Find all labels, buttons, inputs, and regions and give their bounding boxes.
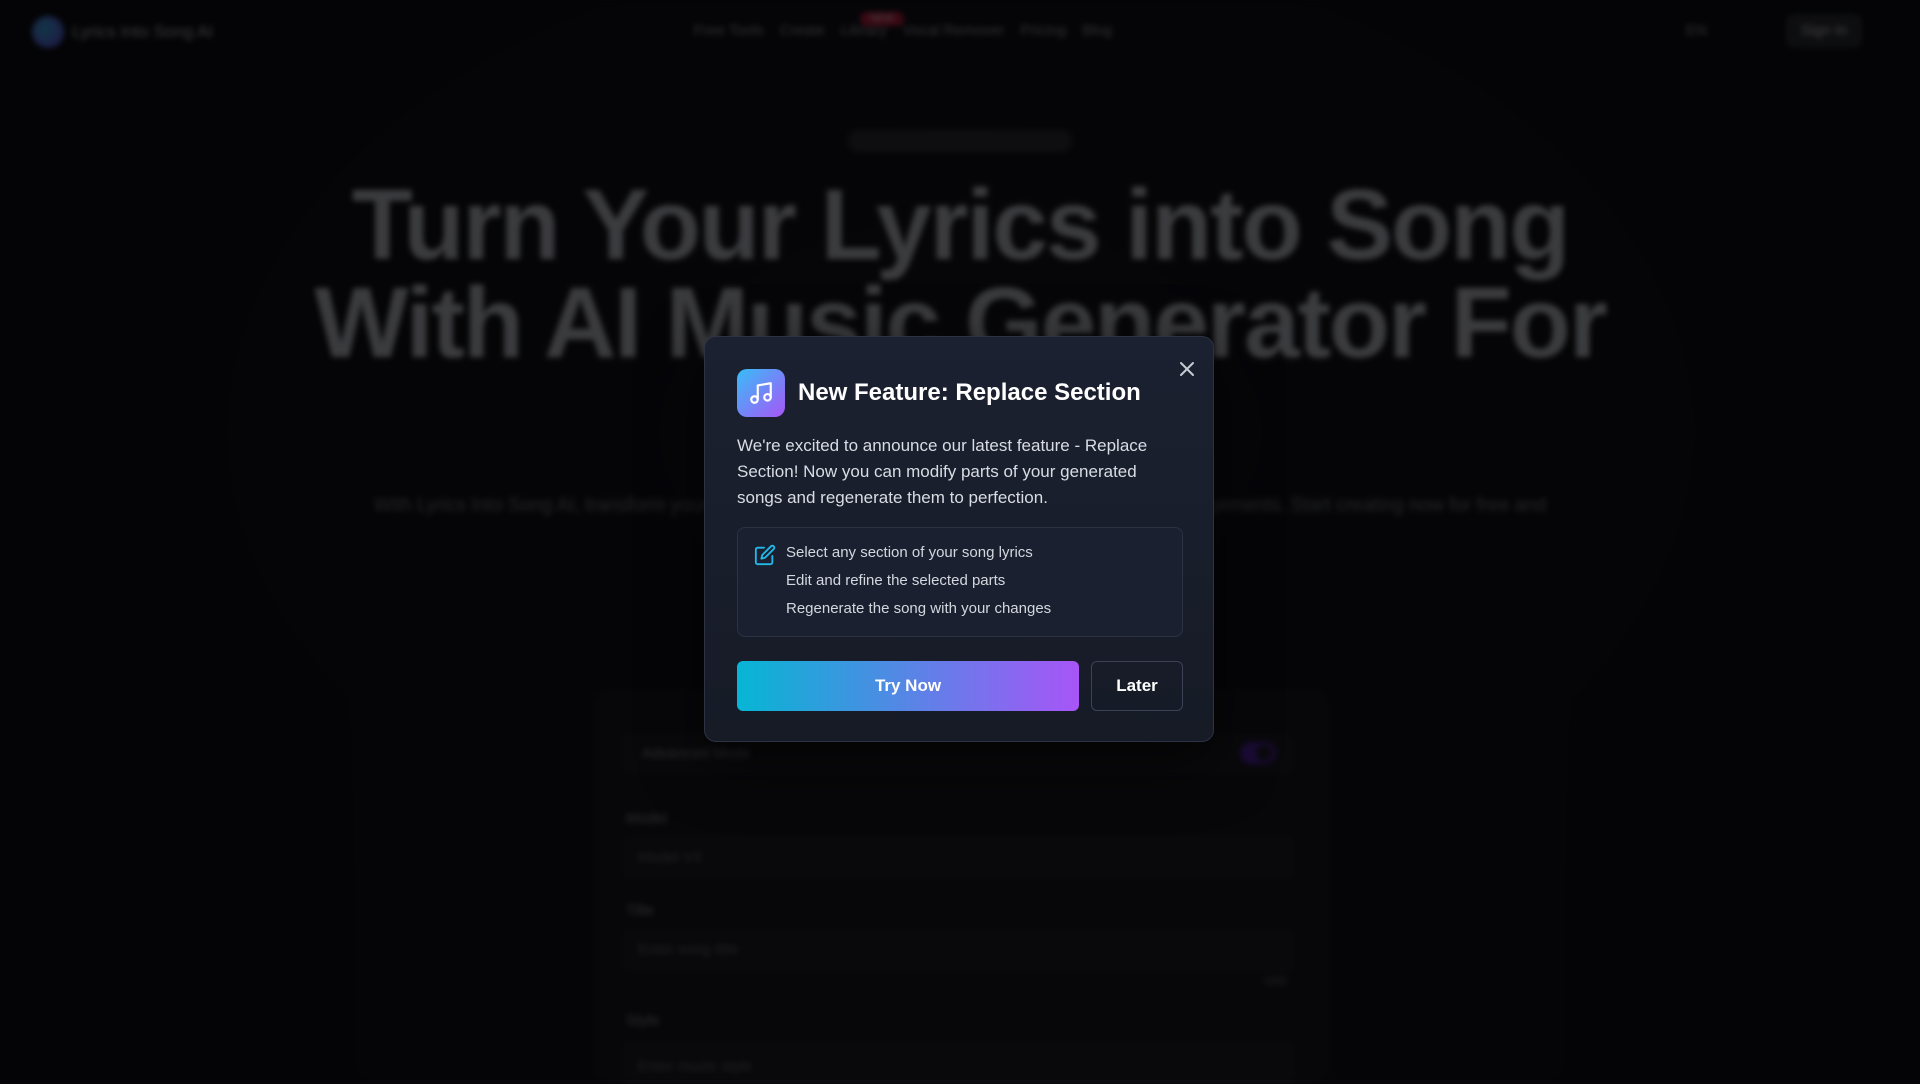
new-feature-dialog: New Feature: Replace Section We're excit… [704, 336, 1214, 742]
close-icon[interactable] [1173, 355, 1201, 383]
feature-item: Regenerate the song with your changes [786, 600, 1052, 617]
dialog-title: New Feature: Replace Section [798, 379, 1141, 406]
later-button[interactable]: Later [1091, 661, 1183, 711]
feature-item: Select any section of your song lyrics [786, 544, 1033, 561]
feature-list: Select any section of your song lyrics E… [737, 527, 1183, 637]
dialog-description: We're excited to announce our latest fea… [737, 436, 1148, 507]
music-note-icon [737, 369, 785, 417]
try-now-button[interactable]: Try Now [737, 661, 1079, 711]
edit-icon [754, 544, 776, 566]
feature-item: Edit and refine the selected parts [786, 572, 1006, 589]
